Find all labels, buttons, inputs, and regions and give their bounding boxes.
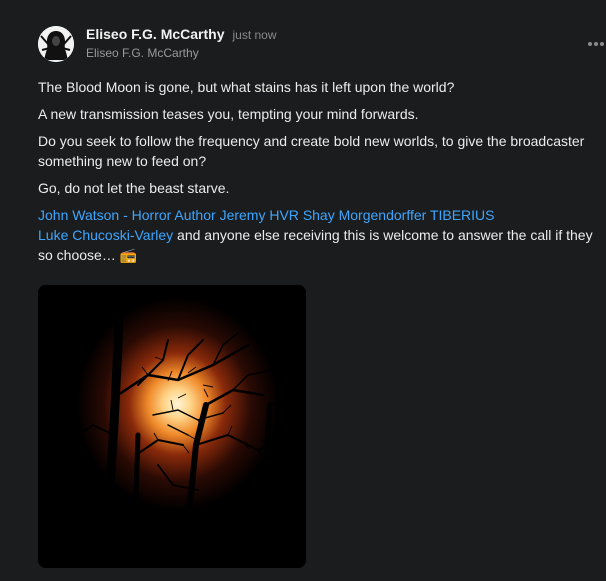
- post-paragraph: The Blood Moon is gone, but what stains …: [38, 79, 455, 95]
- mention-link[interactable]: Luke Chucoski-Varley: [38, 227, 173, 243]
- mention-link[interactable]: John Watson - Horror Author: [38, 207, 216, 223]
- mention-link[interactable]: Jeremy HVR: [220, 207, 299, 223]
- post-paragraph: Go, do not let the beast starve.: [38, 180, 230, 196]
- author-name[interactable]: Eliseo F.G. McCarthy: [86, 26, 224, 42]
- mention-link[interactable]: TIBERIUS: [430, 207, 495, 223]
- author-header: Eliseo F.G. McCarthy just now: [86, 26, 277, 42]
- author-avatar[interactable]: [38, 26, 74, 62]
- post-timestamp[interactable]: just now: [232, 28, 276, 42]
- more-options-icon-dot: [594, 42, 598, 46]
- post-card: Eliseo F.G. McCarthy just now Eliseo F.G…: [0, 0, 606, 581]
- hooded-figure-icon: [38, 26, 74, 62]
- post-paragraph: A new transmission teases you, tempting …: [38, 106, 419, 122]
- post-image[interactable]: [38, 285, 306, 568]
- author-subname: Eliseo F.G. McCarthy: [86, 46, 199, 60]
- moon-branches-image: [38, 285, 306, 568]
- post-paragraph: Do you seek to follow the frequency and …: [38, 133, 585, 169]
- mention-link[interactable]: Shay Morgendorffer: [303, 207, 426, 223]
- post-body: The Blood Moon is gone, but what stains …: [38, 77, 598, 272]
- more-options-icon: [588, 42, 592, 46]
- more-options-button[interactable]: [588, 38, 606, 50]
- mentions-paragraph: John Watson - Horror Author Jeremy HVR S…: [38, 205, 598, 265]
- more-options-icon-dot: [600, 42, 604, 46]
